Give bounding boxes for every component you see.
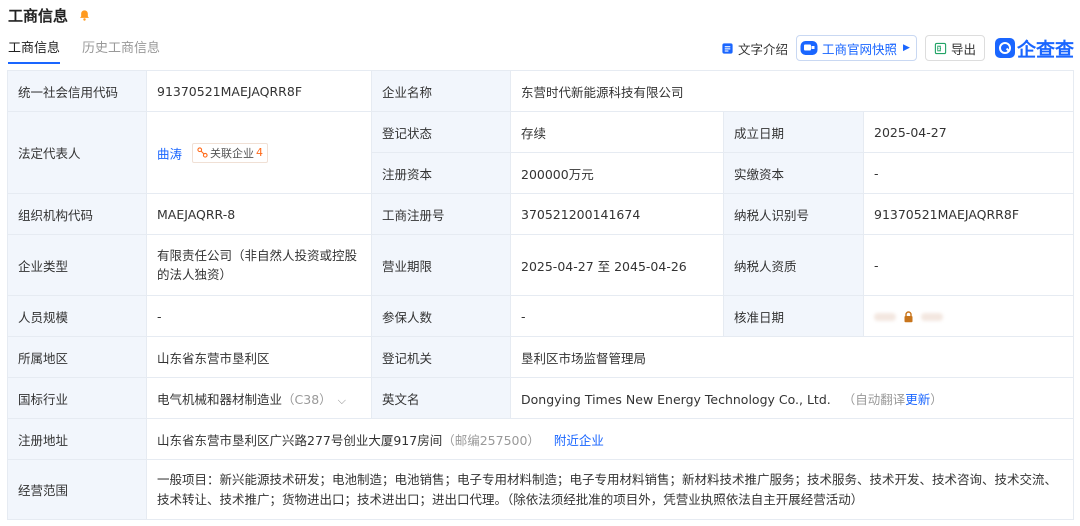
credit-code-value: 91370521MAEJAQRR8F <box>146 70 372 112</box>
related-companies-badge[interactable]: 关联企业 4 <box>192 142 268 163</box>
taxpayer-id-value: 91370521MAEJAQRR8F <box>863 193 1074 235</box>
staff-size-value: - <box>146 295 372 337</box>
toolbar: 文字介绍 工商官网快照 ▶ 导出 企查查 <box>721 34 1074 62</box>
address-value: 山东省东营市垦利区广兴路277号创业大厦917房间 <box>157 432 443 448</box>
english-name-label: 英文名 <box>371 377 511 419</box>
insured-value: - <box>510 295 724 337</box>
lock-icon <box>904 311 913 323</box>
biz-term-label: 营业期限 <box>371 234 511 296</box>
link-icon <box>197 147 208 158</box>
table-row: 人员规模 - 参保人数 - 核准日期 <box>7 295 1074 337</box>
snapshot-button[interactable]: 工商官网快照 ▶ <box>796 35 917 61</box>
table-row: 所属地区 山东省东营市垦利区 登记机关 垦利区市场监督管理局 <box>7 336 1074 378</box>
industry-label: 国标行业 <box>7 377 147 419</box>
auto-translate-note: （自动翻译 <box>842 391 906 407</box>
document-icon <box>722 42 733 54</box>
english-name-cell: Dongying Times New Energy Technology Co.… <box>510 377 1074 419</box>
staff-size-label: 人员规模 <box>7 295 147 337</box>
table-row: 企业类型 有限责任公司（非自然人投资或控股的法人独资） 营业期限 2025-04… <box>7 234 1074 296</box>
scope-value: 一般项目：新兴能源技术研发；电池制造；电池销售；电子专用材料制造；电子专用材料销… <box>146 459 1074 520</box>
paid-capital-label: 实缴资本 <box>723 152 864 194</box>
reg-status-value: 存续 <box>510 111 724 153</box>
industry-code: （C38） <box>282 391 332 407</box>
paid-capital-value: - <box>863 152 1074 194</box>
table-row: 国标行业 电气机械和器材制造业（C38） ⌵ 英文名 Dongying Times… <box>7 377 1074 419</box>
export-label: 导出 <box>950 41 976 57</box>
company-type-value: 有限责任公司（非自然人投资或控股的法人独资） <box>146 234 372 296</box>
found-date-value: 2025-04-27 <box>863 111 1074 153</box>
reg-no-value: 370521200141674 <box>510 193 724 235</box>
approve-date-label: 核准日期 <box>723 295 864 337</box>
excel-icon <box>934 42 947 54</box>
reg-authority-label: 登记机关 <box>371 336 511 378</box>
org-code-value: MAEJAQRR-8 <box>146 193 372 235</box>
table-row: 注册地址 山东省东营市垦利区广兴路277号创业大厦917房间（邮编257500）… <box>7 418 1074 460</box>
bell-icon[interactable] <box>76 7 92 23</box>
related-companies-count: 4 <box>256 146 263 159</box>
found-date-label: 成立日期 <box>723 111 864 153</box>
company-name-label: 企业名称 <box>371 70 511 112</box>
section-header: 工商信息 <box>8 5 92 25</box>
business-info-table: 统一社会信用代码 91370521MAEJAQRR8F 企业名称 东营时代新能源… <box>7 70 1074 520</box>
scope-label: 经营范围 <box>7 459 147 520</box>
auto-translate-note-end: ） <box>930 391 943 407</box>
address-label: 注册地址 <box>7 418 147 460</box>
postcode: （邮编257500） <box>442 432 540 448</box>
company-type-label: 企业类型 <box>7 234 147 296</box>
qichacha-logo: 企查查 <box>994 35 1074 62</box>
chevron-down-icon[interactable]: ⌵ <box>338 394 346 407</box>
snapshot-label: 工商官网快照 <box>822 41 898 57</box>
table-row: 统一社会信用代码 91370521MAEJAQRR8F 企业名称 东营时代新能源… <box>7 70 1074 112</box>
reg-no-label: 工商注册号 <box>371 193 511 235</box>
table-row: 经营范围 一般项目：新兴能源技术研发；电池制造；电池销售；电子专用材料制造；电子… <box>7 459 1074 520</box>
approve-date-locked[interactable] <box>863 295 1074 337</box>
taxpayer-qual-label: 纳税人资质 <box>723 234 864 296</box>
industry-cell[interactable]: 电气机械和器材制造业（C38） ⌵ <box>146 377 372 419</box>
english-name-value: Dongying Times New Energy Technology Co.… <box>521 391 831 407</box>
reg-status-label: 登记状态 <box>371 111 511 153</box>
update-link[interactable]: 更新 <box>905 392 930 407</box>
biz-term-value: 2025-04-27 至 2045-04-26 <box>510 234 724 296</box>
table-row: 组织机构代码 MAEJAQRR-8 工商注册号 370521200141674 … <box>7 193 1074 235</box>
address-cell: 山东省东营市垦利区广兴路277号创业大厦917房间（邮编257500） 附近企业 <box>146 418 1074 460</box>
logo-text: 企查查 <box>1016 38 1074 61</box>
blurred-value <box>874 313 896 321</box>
tab-bar: 工商信息 历史工商信息 <box>8 38 160 64</box>
table-row: 法定代表人 曲涛 关联企业 4 登记状态 存续 成立日期 2025-04-27 <box>7 111 1074 194</box>
blurred-value <box>920 313 943 321</box>
insured-label: 参保人数 <box>371 295 511 337</box>
legal-rep-cell: 曲涛 关联企业 4 <box>146 111 372 194</box>
reg-authority-value: 垦利区市场监督管理局 <box>510 336 1074 378</box>
qichacha-logo-icon <box>994 38 1015 58</box>
nearby-companies-link[interactable]: 附近企业 <box>554 433 604 448</box>
region-label: 所属地区 <box>7 336 147 378</box>
region-value: 山东省东营市垦利区 <box>146 336 372 378</box>
reg-capital-label: 注册资本 <box>371 152 511 194</box>
section-title: 工商信息 <box>8 6 69 25</box>
taxpayer-id-label: 纳税人识别号 <box>723 193 864 235</box>
export-button[interactable]: 导出 <box>924 35 985 61</box>
legal-rep-name-link[interactable]: 曲涛 <box>157 146 182 161</box>
org-code-label: 组织机构代码 <box>7 193 147 235</box>
industry-value: 电气机械和器材制造业 <box>157 391 283 407</box>
text-intro-label: 文字介绍 <box>738 41 789 57</box>
tab-business-info[interactable]: 工商信息 <box>8 38 61 64</box>
text-intro-button[interactable]: 文字介绍 <box>721 35 788 61</box>
credit-code-label: 统一社会信用代码 <box>7 70 147 112</box>
browser-icon <box>800 41 818 55</box>
play-arrow-icon: ▶ <box>903 43 910 53</box>
legal-rep-label: 法定代表人 <box>7 111 147 194</box>
related-companies-label: 关联企业 <box>210 146 254 160</box>
tab-history-business-info[interactable]: 历史工商信息 <box>82 38 160 64</box>
company-name-value: 东营时代新能源科技有限公司 <box>510 70 1074 112</box>
reg-capital-value: 200000万元 <box>510 152 724 194</box>
taxpayer-qual-value: - <box>863 234 1074 296</box>
